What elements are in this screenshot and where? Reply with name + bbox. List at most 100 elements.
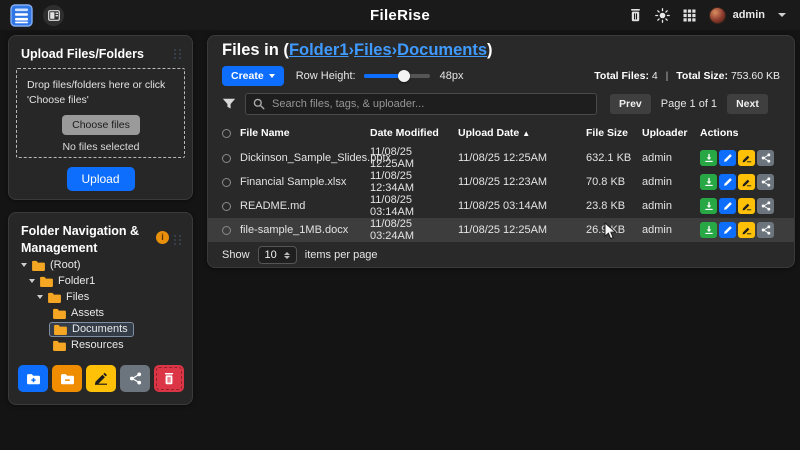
user-menu-label[interactable]: admin [733, 9, 765, 21]
cell-file-name[interactable]: Financial Sample.xlsx [240, 176, 370, 188]
share-folder-button[interactable] [120, 365, 150, 392]
edit-icon [723, 201, 733, 211]
rename-button[interactable] [738, 198, 755, 214]
header-file-name[interactable]: File Name [240, 127, 370, 139]
share-button[interactable] [757, 222, 774, 238]
row-checkbox[interactable] [222, 178, 231, 187]
share-icon [761, 153, 771, 163]
toggle-view-button[interactable] [43, 5, 64, 26]
title-prefix: Files in ( [222, 41, 289, 59]
breadcrumb-files[interactable]: Files [354, 41, 392, 59]
caret-down-icon[interactable] [29, 279, 35, 283]
search-input[interactable] [272, 98, 589, 110]
edit-button[interactable] [719, 198, 736, 214]
edit-icon [723, 153, 733, 163]
create-button-label: Create [231, 70, 264, 82]
share-icon [129, 372, 142, 385]
cell-file-name[interactable]: Dickinson_Sample_Slides.pptx [240, 152, 370, 164]
sort-asc-icon: ▲ [522, 129, 530, 138]
share-button[interactable] [757, 150, 774, 166]
trash-icon[interactable] [629, 8, 642, 22]
toggle-sidebar-icon [48, 10, 60, 21]
cell-uploader: admin [642, 200, 700, 212]
info-icon[interactable]: i [156, 231, 169, 244]
edit-button[interactable] [719, 174, 736, 190]
select-all-checkbox[interactable] [222, 129, 231, 138]
folder-icon [47, 292, 62, 303]
header-date-modified[interactable]: Date Modified [370, 127, 458, 139]
edit-button[interactable] [719, 150, 736, 166]
rename-button[interactable] [738, 150, 755, 166]
drag-handle-icon[interactable] [174, 49, 182, 59]
delete-folder-button[interactable] [154, 365, 184, 392]
share-button[interactable] [757, 198, 774, 214]
breadcrumb-folder1[interactable]: Folder1 [289, 41, 349, 59]
download-button[interactable] [700, 222, 717, 238]
tree-item-resources[interactable]: Resources [9, 337, 192, 353]
header-uploader[interactable]: Uploader [642, 127, 700, 139]
tree-item-files[interactable]: Files [9, 289, 192, 305]
cell-file-name[interactable]: file-sample_1MB.docx [240, 224, 370, 236]
toolbar: Create Row Height: 48px Total Files: 4 |… [222, 66, 780, 86]
row-checkbox[interactable] [222, 226, 231, 235]
items-per-page-label: items per page [305, 249, 378, 261]
download-icon [704, 177, 714, 187]
prev-page-button[interactable]: Prev [610, 94, 651, 114]
cell-file-name[interactable]: README.md [240, 200, 370, 212]
edit-button[interactable] [719, 222, 736, 238]
table-row[interactable]: Dickinson_Sample_Slides.pptx 11/08/25 12… [208, 146, 794, 170]
download-icon [704, 201, 714, 211]
row-height-slider[interactable] [364, 74, 430, 78]
rename-folder-button[interactable] [86, 365, 116, 392]
download-button[interactable] [700, 198, 717, 214]
file-list-panel: Files in (Folder1›Files›Documents) Creat… [207, 35, 795, 268]
caret-down-icon[interactable] [21, 263, 27, 267]
row-checkbox[interactable] [222, 154, 231, 163]
folder-icon [52, 340, 67, 351]
rename-button[interactable] [738, 222, 755, 238]
filter-icon[interactable] [222, 98, 236, 110]
cell-upload-date: 11/08/25 12:23AM [458, 176, 586, 188]
header-file-size[interactable]: File Size [586, 127, 642, 139]
breadcrumb-documents[interactable]: Documents [397, 41, 487, 59]
download-button[interactable] [700, 174, 717, 190]
caret-down-icon[interactable] [37, 295, 43, 299]
page-title: Files in (Folder1›Files›Documents) [222, 41, 493, 60]
tree-item-documents[interactable]: Documents [9, 321, 192, 337]
search-icon [253, 98, 265, 110]
next-page-button[interactable]: Next [727, 94, 768, 114]
table-row[interactable]: file-sample_1MB.docx 11/08/25 03:24AM 11… [208, 218, 794, 242]
row-height-label: Row Height: [296, 70, 356, 82]
avatar[interactable] [709, 7, 726, 24]
table-row[interactable]: Financial Sample.xlsx 11/08/25 12:34AM 1… [208, 170, 794, 194]
create-button[interactable]: Create [222, 66, 284, 86]
upload-button[interactable]: Upload [66, 167, 134, 191]
file-dropzone[interactable]: Drop files/folders here or click 'Choose… [16, 68, 185, 158]
table-row[interactable]: README.md 11/08/25 03:14AM 11/08/25 03:1… [208, 194, 794, 218]
download-button[interactable] [700, 150, 717, 166]
selected-tree-item[interactable]: Documents [49, 322, 134, 337]
create-folder-button[interactable] [18, 365, 48, 392]
apps-grid-icon[interactable] [683, 9, 696, 22]
theme-sun-icon[interactable] [655, 8, 670, 23]
caret-down-icon[interactable] [778, 13, 786, 17]
choose-files-button[interactable]: Choose files [62, 115, 140, 135]
cell-uploader: admin [642, 224, 700, 236]
slider-thumb[interactable] [398, 70, 410, 82]
share-button[interactable] [757, 174, 774, 190]
page-size-select[interactable]: 10 [258, 246, 297, 264]
move-folder-button[interactable] [52, 365, 82, 392]
drag-handle-icon[interactable] [174, 235, 182, 245]
table-body: Dickinson_Sample_Slides.pptx 11/08/25 12… [208, 146, 794, 242]
tree-item-assets[interactable]: Assets [9, 305, 192, 321]
rename-button[interactable] [738, 174, 755, 190]
download-icon [704, 225, 714, 235]
no-files-selected-text: No files selected [27, 141, 175, 153]
row-checkbox[interactable] [222, 202, 231, 211]
filerise-logo-icon [10, 4, 33, 27]
topbar: FileRise [0, 0, 800, 30]
header-upload-date[interactable]: Upload Date▲ [458, 127, 586, 139]
tree-item-folder1[interactable]: Folder1 [9, 273, 192, 289]
tree-item-root[interactable]: (Root) [9, 257, 192, 273]
folder-tree: (Root) Folder1 Files Assets Documents Re… [9, 257, 192, 353]
